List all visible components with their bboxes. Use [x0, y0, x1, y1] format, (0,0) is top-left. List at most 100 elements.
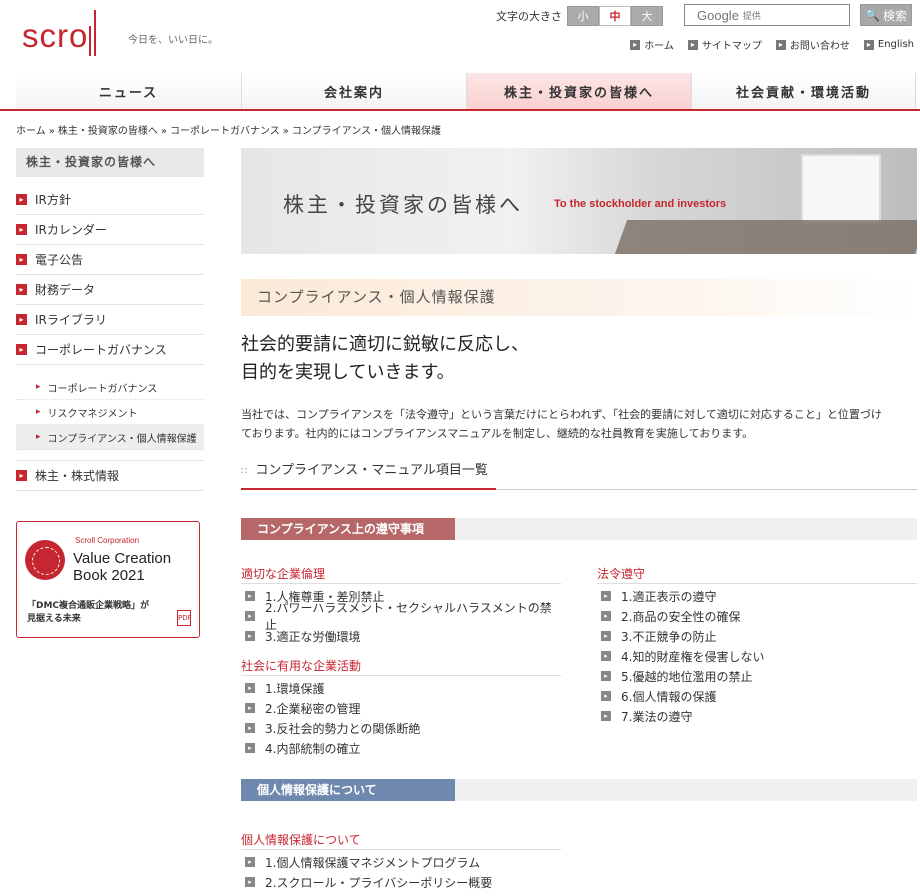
lead-text: 社会的要請に適切に鋭敏に反応し、 目的を実現していきます。 [241, 331, 529, 387]
sidebar-item-governance[interactable]: ▸ コーポレートガバナンス [16, 335, 204, 365]
globe-logo-icon [25, 540, 65, 580]
font-size-medium-button[interactable]: 中 [599, 6, 631, 26]
arrow-icon: ▸ [863, 39, 874, 50]
nav-csr[interactable]: 社会貢献・環境活動 [691, 73, 916, 109]
breadcrumb-separator: » [282, 126, 289, 137]
list-item-label: 6.個人情報の保護 [621, 689, 717, 704]
breadcrumb-governance[interactable]: コーポレートガバナンス [170, 126, 280, 137]
subnav-governance[interactable]: ▸ コーポレートガバナンス [16, 375, 204, 400]
subnav-label: リスクマネジメント [47, 408, 138, 420]
arrow-icon: ▸ [245, 591, 255, 601]
util-label: English [877, 39, 914, 50]
sidebar-item-label: IRライブラリ [35, 313, 107, 327]
list-item[interactable]: ▸ 2.スクロール・プライバシーポリシー概要 [241, 872, 561, 892]
util-english-link[interactable]: ▸ English [863, 37, 914, 52]
list-item[interactable]: ▸ 2.商品の安全性の確保 [597, 606, 917, 626]
list-item[interactable]: ▸ 3.不正競争の防止 [597, 626, 917, 646]
arrow-icon: ▸ [245, 611, 255, 621]
arrow-icon: ▸ [601, 631, 611, 641]
list-item[interactable]: ▸ 5.優越的地位濫用の禁止 [597, 666, 917, 686]
pdf-icon: PDF [177, 610, 192, 626]
subnav-label: コンプライアンス・個人情報保護 [47, 433, 197, 445]
lead-line1: 社会的要請に適切に鋭敏に反応し、 [241, 334, 529, 355]
arrow-icon: ▸ [601, 711, 611, 721]
search-button[interactable]: 🔍 検索 [860, 4, 912, 26]
sidebar-item-ir-calendar[interactable]: ▸ IRカレンダー [16, 215, 204, 245]
util-home-link[interactable]: ▸ ホーム [630, 37, 674, 52]
list-item[interactable]: ▸ 1.環境保護 [241, 678, 561, 698]
sidebar-item-public-notice[interactable]: ▸ 電子公告 [16, 245, 204, 275]
logo-wordmark: scro [22, 17, 89, 54]
list-item[interactable]: ▸ 1.適正表示の遵守 [597, 586, 917, 606]
body-line2: ております。社内的にはコンプライアンスマニュアルを制定し、継続的な社員教育を実施… [241, 427, 754, 440]
sidebar-item-ir-policy[interactable]: ▸ IR方針 [16, 185, 204, 215]
arrow-icon: ▸ [16, 284, 27, 295]
util-label: お問い合わせ [789, 41, 850, 52]
sidebar-item-ir-library[interactable]: ▸ IRライブラリ [16, 305, 204, 335]
sidebar-item-shareholder-info[interactable]: ▸ 株主・株式情報 [16, 461, 204, 491]
nav-news[interactable]: ニュース [16, 73, 241, 109]
table-image [614, 220, 917, 254]
banner-corp: Scroll Corporation [75, 536, 140, 545]
sidebar-item-label: 電子公告 [35, 253, 84, 267]
body-line1: 当社では、コンプライアンスを「法令遵守」という言葉だけにとらわれず、「社会的要請… [241, 408, 882, 421]
whiteboard-image [801, 154, 881, 224]
group-title: 法令遵守 [597, 564, 917, 584]
util-label: ホーム [644, 41, 674, 52]
arrow-icon: ▸ [245, 877, 255, 887]
util-sitemap-link[interactable]: ▸ サイトマップ [687, 37, 762, 52]
list-item-label: 1.個人情報保護マネジメントプログラム [265, 855, 481, 870]
subnav-compliance[interactable]: ▸ コンプライアンス・個人情報保護 [16, 425, 204, 450]
subnav-risk-management[interactable]: ▸ リスクマネジメント [16, 400, 204, 425]
list-item[interactable]: ▸ 1.個人情報保護マネジメントプログラム [241, 852, 561, 872]
group-title: 個人情報保護について [241, 830, 561, 850]
arrow-icon: ▸ [16, 314, 27, 325]
group-privacy: 個人情報保護について ▸ 1.個人情報保護マネジメントプログラム ▸ 2.スクロール… [241, 830, 561, 892]
chevron-right-icon: ▸ [36, 382, 41, 392]
list-item-label: 7.業法の遵守 [621, 709, 693, 724]
font-size-large-button[interactable]: 大 [631, 6, 663, 26]
arrow-icon: ▸ [245, 857, 255, 867]
font-size-switcher: 文字の大きさ 小 中 大 [496, 6, 663, 26]
util-label: サイトマップ [701, 41, 762, 52]
nav-company[interactable]: 会社案内 [241, 73, 466, 109]
list-item[interactable]: ▸ 3.反社会的勢力との関係断絶 [241, 718, 561, 738]
list-item[interactable]: ▸ 7.業法の遵守 [597, 706, 917, 726]
breadcrumb-home[interactable]: ホーム [16, 126, 46, 137]
banner-title-line2: Book 2021 [73, 567, 145, 584]
breadcrumb-current: コンプライアンス・個人情報保護 [291, 126, 441, 137]
value-creation-book-banner[interactable]: Scroll Corporation Value Creation Book 20… [16, 521, 200, 638]
list-item[interactable]: ▸ 4.内部統制の確立 [241, 738, 561, 758]
tagline: 今日を、いい日に。 [128, 35, 218, 46]
list-item[interactable]: ▸ 4.知的財産権を侵害しない [597, 646, 917, 666]
list-item[interactable]: ▸ 2.パワーハラスメント・セクシャルハラスメントの禁止 [241, 601, 561, 632]
breadcrumb-separator: » [160, 126, 167, 137]
sidebar-item-label: 財務データ [35, 283, 96, 297]
search-input[interactable]: Google 提供 [684, 4, 850, 26]
arrow-icon: ▸ [245, 683, 255, 693]
group-ethics: 適切な企業倫理 ▸ 1.人権尊重・差別禁止 ▸ 2.パワーハラスメント・セクシャルハ… [241, 564, 561, 646]
list-item-label: 4.内部統制の確立 [265, 741, 361, 756]
arrow-icon: ▸ [687, 39, 698, 50]
font-size-small-button[interactable]: 小 [567, 6, 599, 26]
sidebar-subnav: ▸ コーポレートガバナンス ▸ リスクマネジメント ▸ コンプライアンス・個人情報保護 [16, 365, 204, 461]
breadcrumb: ホーム» 株主・投資家の皆様へ» コーポレートガバナンス» コンプライアンス・個人情報… [16, 122, 441, 137]
banner-sub: 「DMC複合通販企業戦略」が 見据える未来 [27, 600, 149, 626]
arrow-icon: ▸ [630, 39, 641, 50]
nav-investors[interactable]: 株主・投資家の皆様へ [466, 73, 691, 109]
list-item[interactable]: ▸ 6.個人情報の保護 [597, 686, 917, 706]
banner-title: Value Creation Book 2021 [73, 550, 171, 584]
font-size-label: 文字の大きさ [496, 10, 562, 23]
sidebar-item-financial-data[interactable]: ▸ 財務データ [16, 275, 204, 305]
breadcrumb-investors[interactable]: 株主・投資家の皆様へ [58, 126, 158, 137]
list-item-label: 3.反社会的勢力との関係断絶 [265, 721, 421, 736]
list-item[interactable]: ▸ 2.企業秘密の管理 [241, 698, 561, 718]
chevron-right-icon: ▸ [36, 407, 41, 417]
util-contact-link[interactable]: ▸ お問い合わせ [775, 37, 850, 52]
scroll-logo[interactable]: scroll scro [16, 10, 97, 56]
banner-title-line1: Value Creation [73, 550, 172, 567]
arrow-icon: ▸ [601, 651, 611, 661]
sidebar-item-label: IRカレンダー [35, 223, 107, 237]
list-item-label: 2.スクロール・プライバシーポリシー概要 [265, 875, 493, 890]
arrow-icon: ▸ [16, 194, 27, 205]
